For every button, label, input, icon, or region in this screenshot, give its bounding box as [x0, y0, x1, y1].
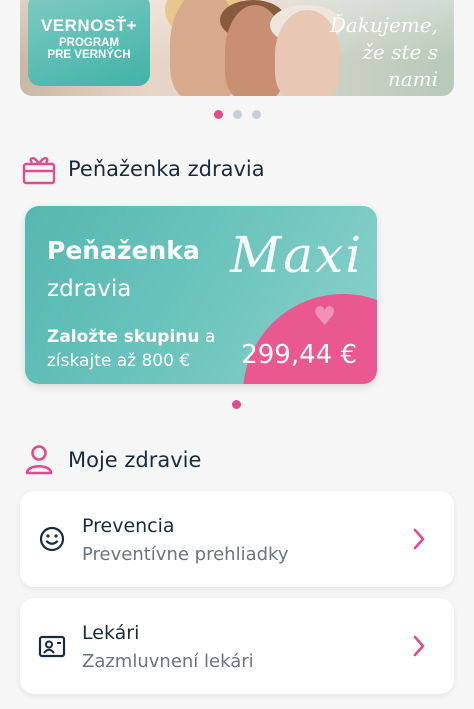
- wallet-pager: [0, 400, 474, 409]
- wallet-promo-rest-1: a: [199, 327, 216, 347]
- loyalty-badge: VERNOSŤ+ PROGRAM PRE VERNÝCH: [28, 0, 150, 86]
- banner-script-text: Ďakujeme, že ste s nami: [329, 13, 438, 91]
- wallet-pager-dot-1[interactable]: [231, 400, 241, 409]
- wallet-promo-rest-2: získajte až 800 €: [47, 350, 191, 371]
- card-prevencia-subtitle: Preventívne prehliadky: [82, 544, 289, 565]
- wallet-amount: 299,44 €: [241, 340, 357, 370]
- pager-dot-3[interactable]: [251, 110, 261, 119]
- wallet-card-title: Peňaženka: [47, 236, 200, 265]
- wallet-section-header: Peňaženka zdravia: [22, 152, 265, 186]
- doctor-card-icon: [38, 632, 66, 660]
- card-lekari[interactable]: Lekári Zazmluvnení lekári: [20, 598, 454, 694]
- wallet-card-subtitle: zdravia: [47, 276, 132, 302]
- heart-icon: ♥: [313, 302, 337, 332]
- loyalty-banner[interactable]: VERNOSŤ+ PROGRAM PRE VERNÝCH Ďakujeme, ž…: [20, 0, 454, 96]
- banner-pager: [0, 110, 474, 119]
- badge-line-2: PROGRAM: [58, 37, 120, 49]
- wallet-amount-blob: [243, 294, 377, 384]
- pager-dot-2[interactable]: [232, 110, 242, 119]
- smiley-icon: [38, 525, 66, 553]
- wallet-tier: Maxi: [230, 226, 364, 284]
- wallet-section-title: Peňaženka zdravia: [68, 157, 265, 181]
- pager-dot-1[interactable]: [213, 110, 223, 119]
- chevron-right-icon: [412, 527, 426, 551]
- badge-title: VERNOSŤ+: [40, 16, 138, 35]
- wallet-card[interactable]: ♥ Peňaženka zdravia Maxi Založte skupinu…: [25, 206, 377, 384]
- card-prevencia[interactable]: Prevencia Preventívne prehliadky: [20, 491, 454, 587]
- wallet-promo-bold: Založte skupinu: [47, 327, 200, 347]
- gift-icon: [22, 152, 56, 186]
- card-prevencia-title: Prevencia: [82, 515, 175, 537]
- card-lekari-subtitle: Zazmluvnení lekári: [82, 651, 254, 672]
- health-section-header: Moje zdravie: [22, 443, 201, 477]
- person-icon: [22, 443, 56, 477]
- chevron-right-icon: [412, 634, 426, 658]
- wallet-promo-text: Založte skupinu a získajte až 800 €: [47, 326, 257, 374]
- badge-line-3: PRE VERNÝCH: [47, 49, 131, 61]
- card-lekari-title: Lekári: [82, 622, 140, 644]
- health-section-title: Moje zdravie: [68, 448, 202, 472]
